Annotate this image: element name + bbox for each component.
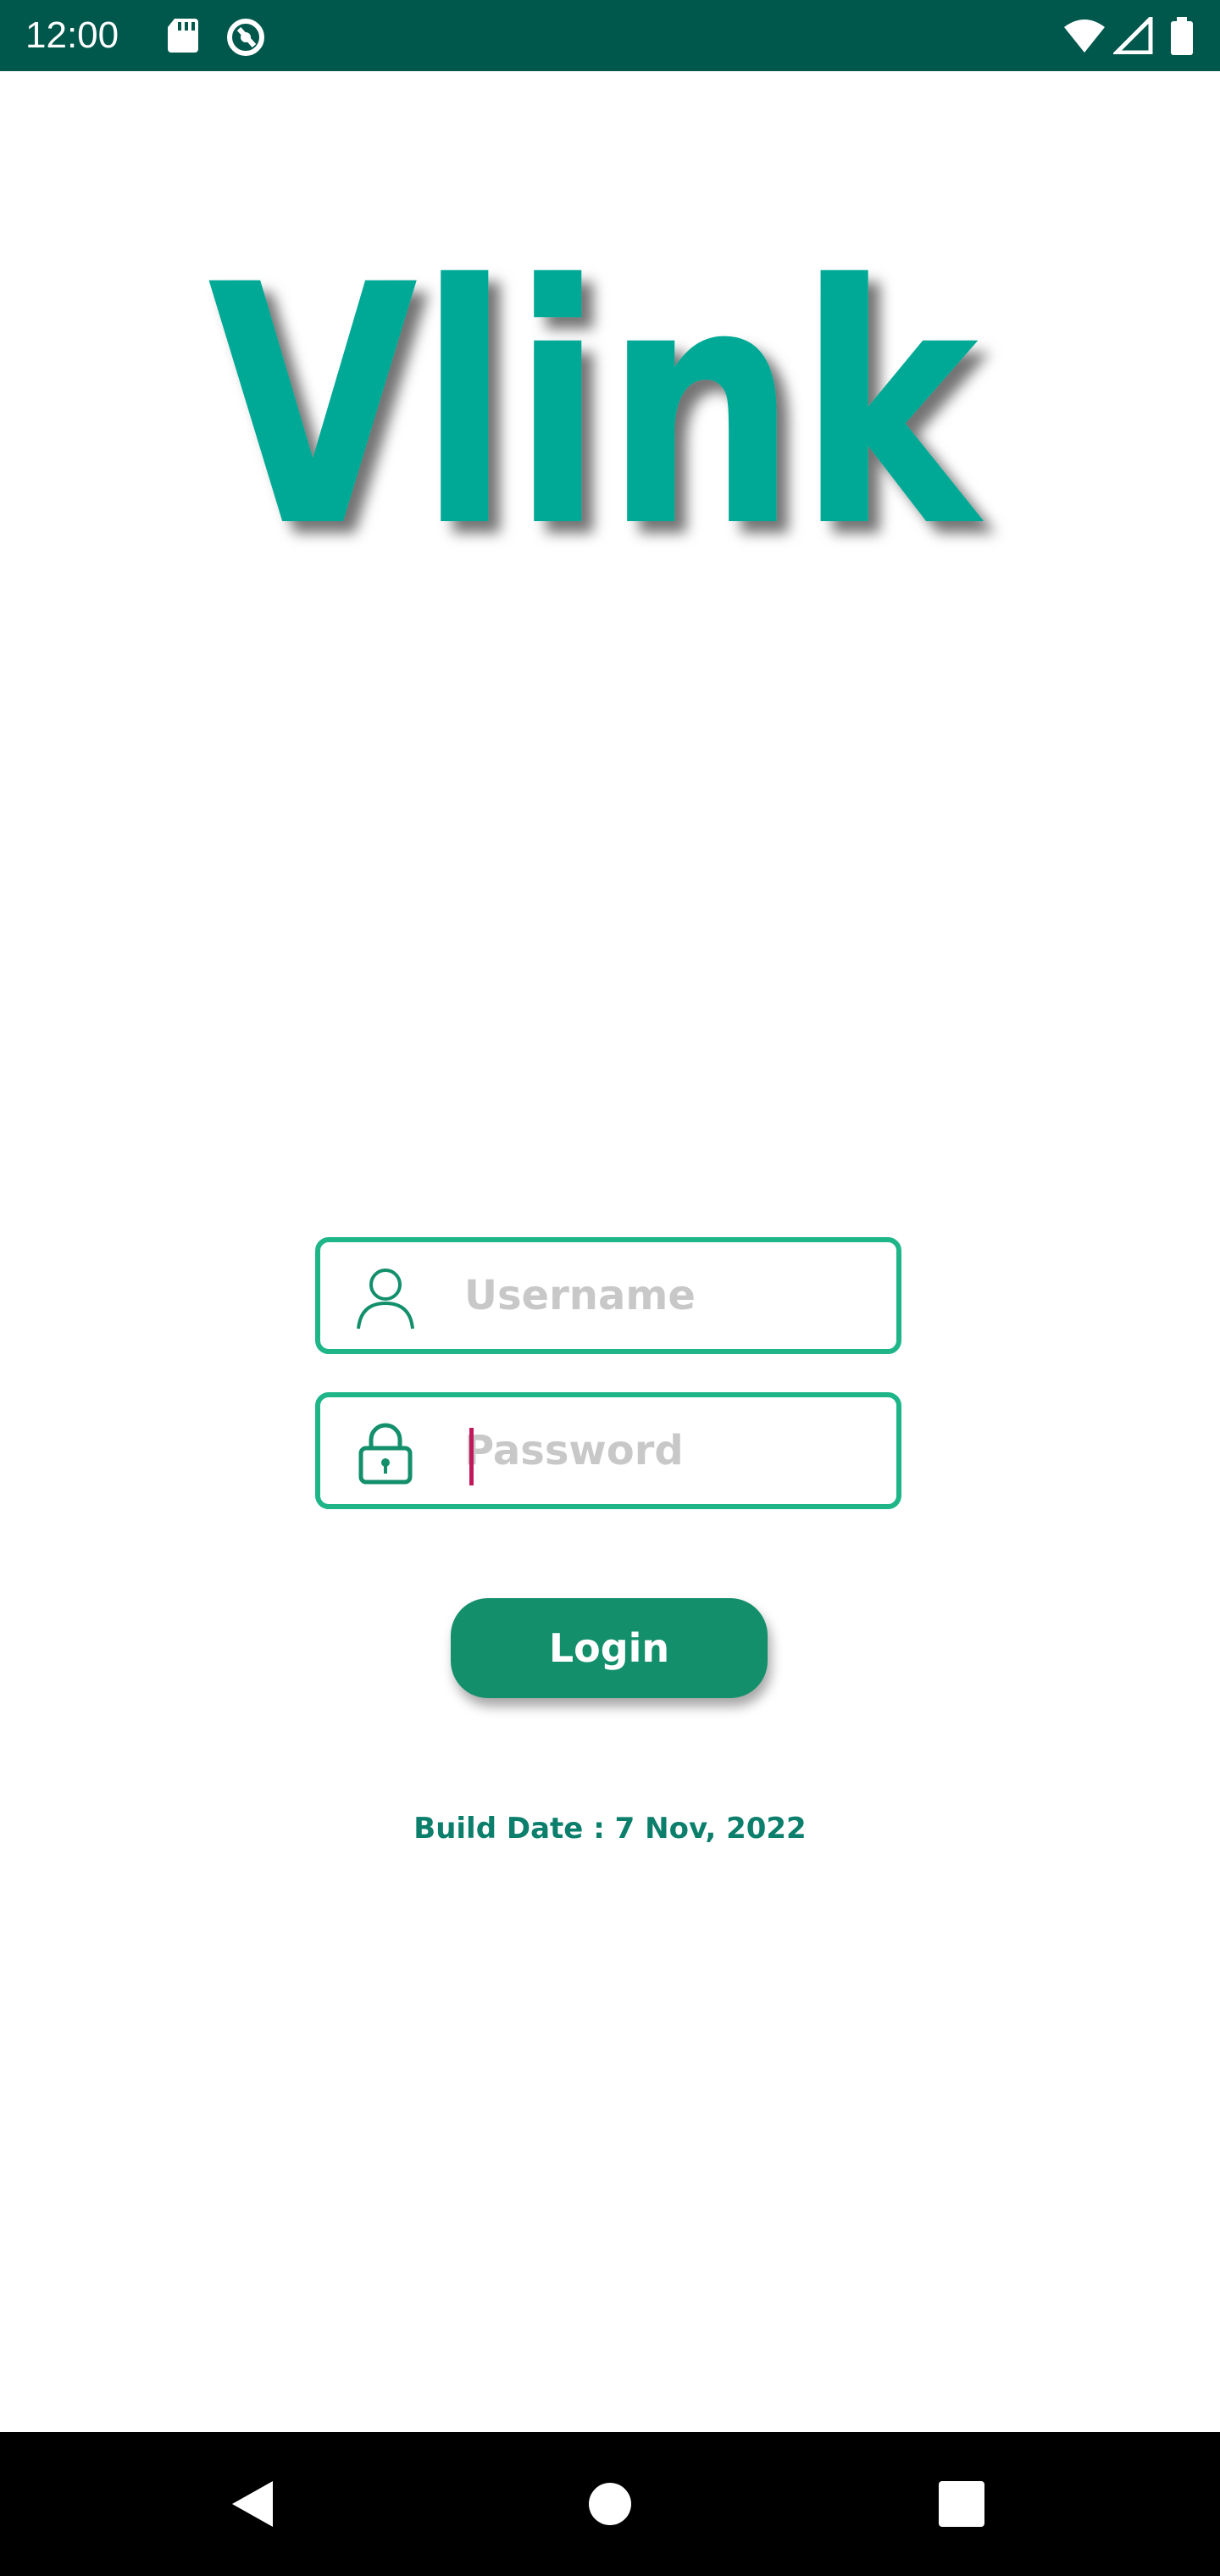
user-icon — [354, 1266, 417, 1330]
password-input[interactable] — [464, 1414, 871, 1487]
battery-icon — [1169, 17, 1195, 59]
status-bar: 12:00 — [0, 0, 1220, 71]
password-field[interactable] — [315, 1392, 901, 1509]
navigation-bar — [0, 2432, 1220, 2576]
back-icon[interactable] — [217, 2466, 293, 2542]
username-field[interactable] — [315, 1237, 901, 1354]
text-caret — [469, 1428, 474, 1485]
login-button[interactable]: Login — [451, 1598, 768, 1698]
sync-icon — [225, 17, 266, 61]
signal-icon — [1111, 13, 1154, 58]
logo-text: Vlink — [208, 263, 984, 551]
status-time: 12:00 — [25, 14, 119, 56]
username-input[interactable] — [464, 1259, 871, 1332]
build-date-label: Build Date : 7 Nov, 2022 — [413, 1812, 807, 1846]
recents-icon[interactable] — [923, 2466, 1000, 2542]
home-icon[interactable] — [572, 2466, 648, 2542]
lock-icon — [354, 1421, 417, 1485]
vlink-logo: Vlink — [169, 214, 1017, 599]
wifi-icon — [1062, 17, 1106, 58]
sd-card-icon — [166, 17, 200, 58]
